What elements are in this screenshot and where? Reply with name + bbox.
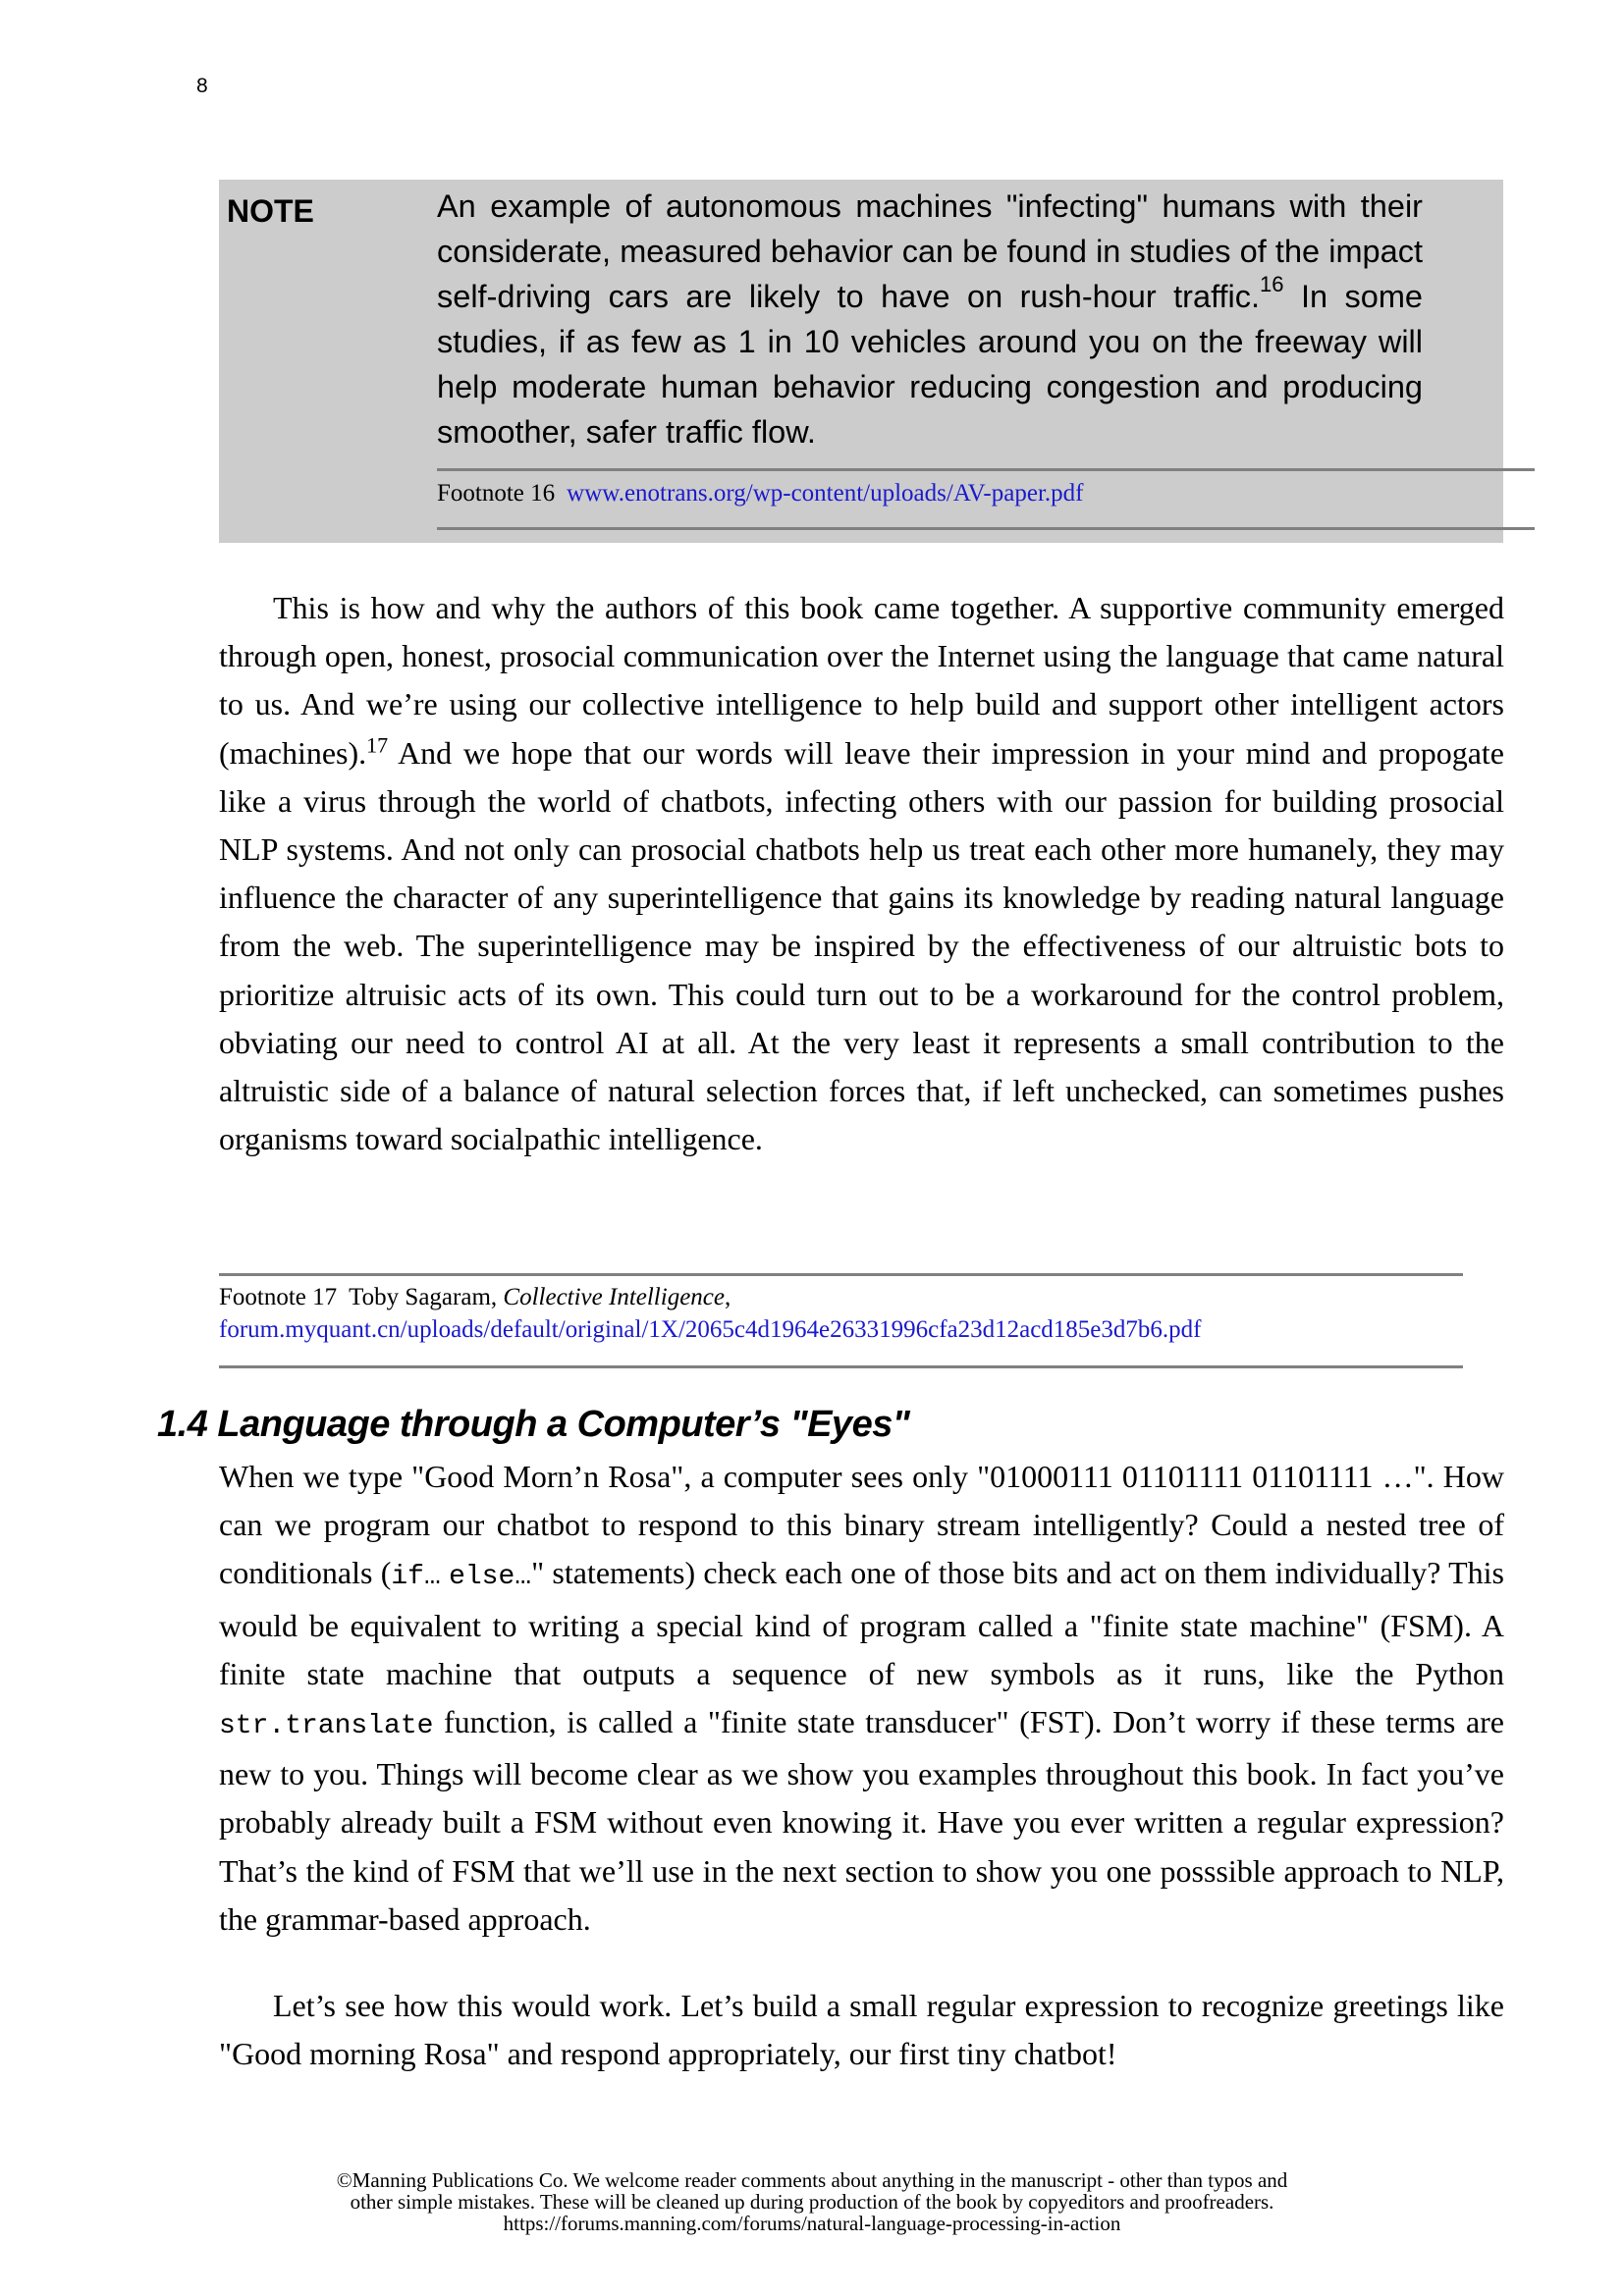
footnote-divider [437,468,1535,471]
inline-code-if: if… [391,1562,441,1593]
footnote-divider [219,1365,1463,1368]
footer-copyright: ©Manning Publications Co. We welcome rea… [336,2168,1288,2192]
paragraph-text: And we hope that our words will leave th… [219,734,1504,1157]
footnote-ref-16[interactable]: 16 [1260,272,1283,296]
footnote-divider [437,527,1535,530]
footnote-16: Footnote 16 www.enotrans.org/wp-content/u… [437,480,1083,507]
page-footer: ©Manning Publications Co. We welcome rea… [0,2169,1624,2234]
note-label: NOTE [227,193,314,229]
inline-code-str-translate: str.translate [219,1711,434,1742]
paragraph-text [441,1555,449,1590]
footnote-17-citation: Footnote 17 Toby Sagaram, Collective Inte… [219,1281,1201,1313]
footnote-title: Collective Intelligence [503,1284,725,1310]
footer-forum-link[interactable]: https://forums.manning.com/forums/natura… [0,2213,1624,2234]
body-paragraph: Let’s see how this would work. Let’s bui… [219,1988,1504,2072]
footnote-label: Footnote 16 [437,480,556,507]
page-number: 8 [196,75,208,97]
footer-notice: other simple mistakes. These will be cle… [350,2190,1274,2214]
note-box: NOTE An example of autonomous machines "… [219,180,1535,543]
footnote-16-link[interactable]: www.enotrans.org/wp-content/uploads/AV-p… [567,480,1083,507]
body-paragraph: When we type "Good Morn’n Rosa", a compu… [219,1453,1504,1944]
footnote-17: Footnote 17 Toby Sagaram, Collective Inte… [219,1281,1201,1346]
footnote-label: Footnote 17 [219,1284,338,1310]
note-text: An example of autonomous machines "infec… [437,184,1423,454]
footnote-author: Toby Sagaram, [349,1284,504,1310]
footnote-17-link[interactable]: forum.myquant.cn/uploads/default/origina… [219,1316,1201,1343]
footnote-title-suffix: , [725,1284,731,1310]
section-heading: 1.4 Language through a Computer’s "Eyes" [157,1404,910,1445]
body-paragraph: This is how and why the authors of this … [219,584,1504,1163]
footnote-divider [219,1273,1463,1276]
footnote-ref-17[interactable]: 17 [366,732,388,757]
inline-code-else: else… [449,1562,532,1593]
